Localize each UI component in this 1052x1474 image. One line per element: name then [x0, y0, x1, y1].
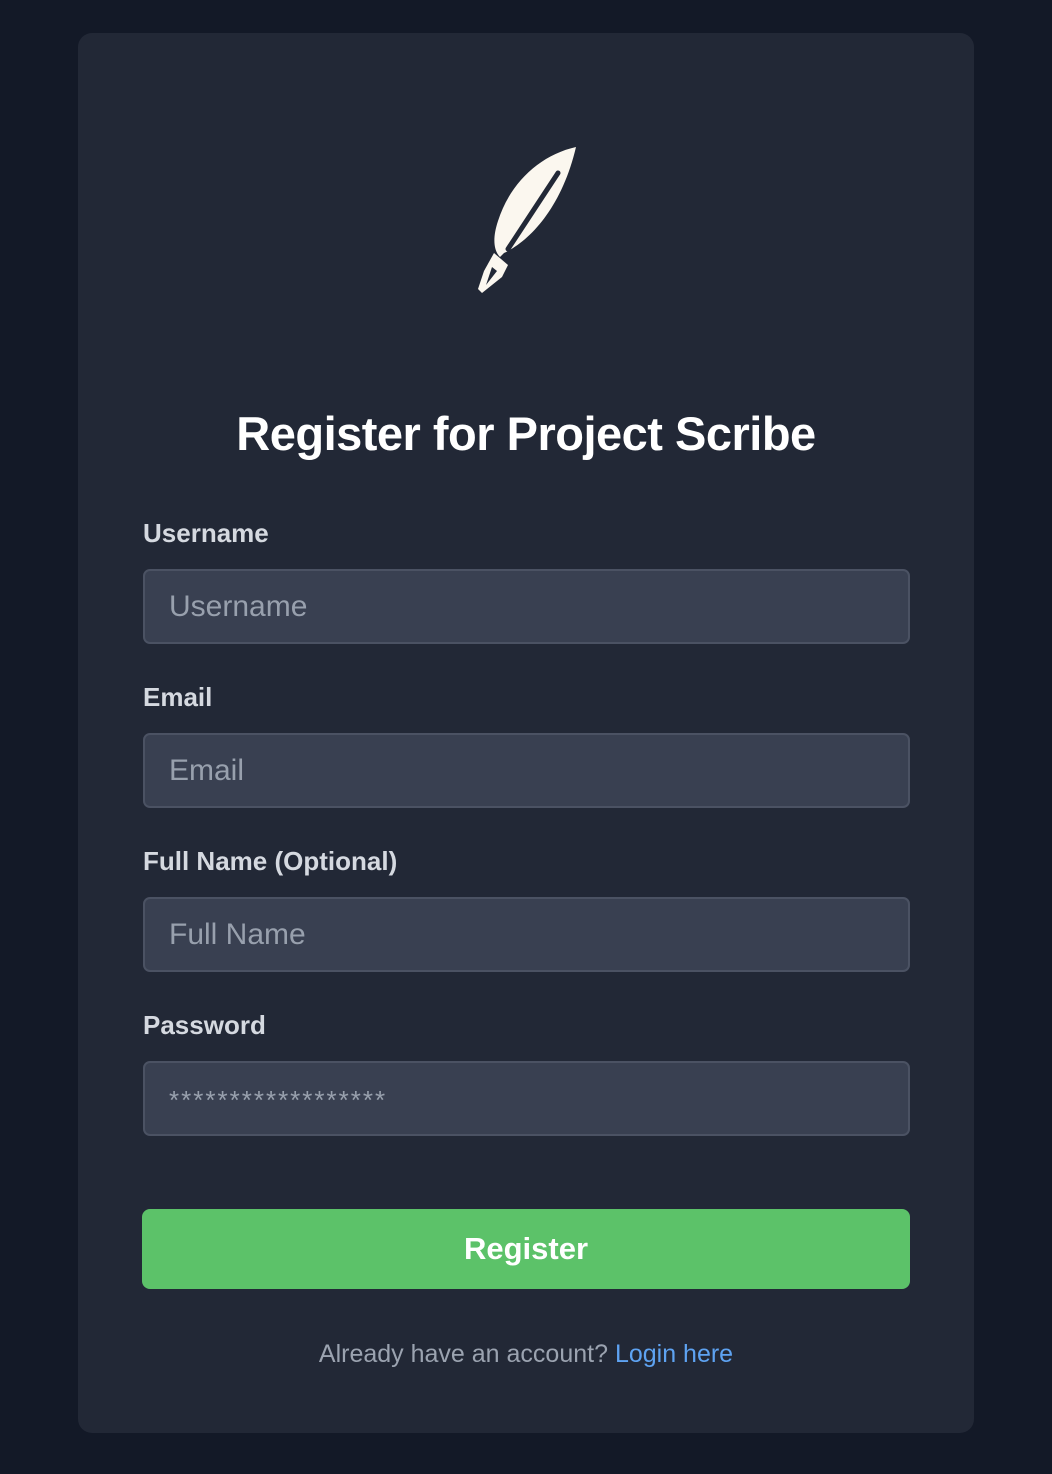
- email-label: Email: [143, 682, 213, 712]
- feather-quill-icon: [470, 145, 582, 297]
- login-prompt-text: Already have an account?: [318, 1340, 608, 1368]
- register-button[interactable]: Register: [142, 1209, 910, 1289]
- full-name-input[interactable]: [143, 897, 910, 972]
- full-name-label: Full Name (Optional): [143, 846, 398, 876]
- password-label: Password: [143, 1010, 266, 1040]
- password-input[interactable]: [143, 1061, 910, 1136]
- page-title: Register for Project Scribe: [236, 407, 816, 460]
- login-link[interactable]: Login here: [615, 1340, 733, 1368]
- email-input[interactable]: [143, 733, 910, 808]
- username-input[interactable]: [143, 569, 910, 644]
- username-label: Username: [143, 518, 269, 548]
- login-prompt: Already have an account? Login here: [0, 1338, 1052, 1370]
